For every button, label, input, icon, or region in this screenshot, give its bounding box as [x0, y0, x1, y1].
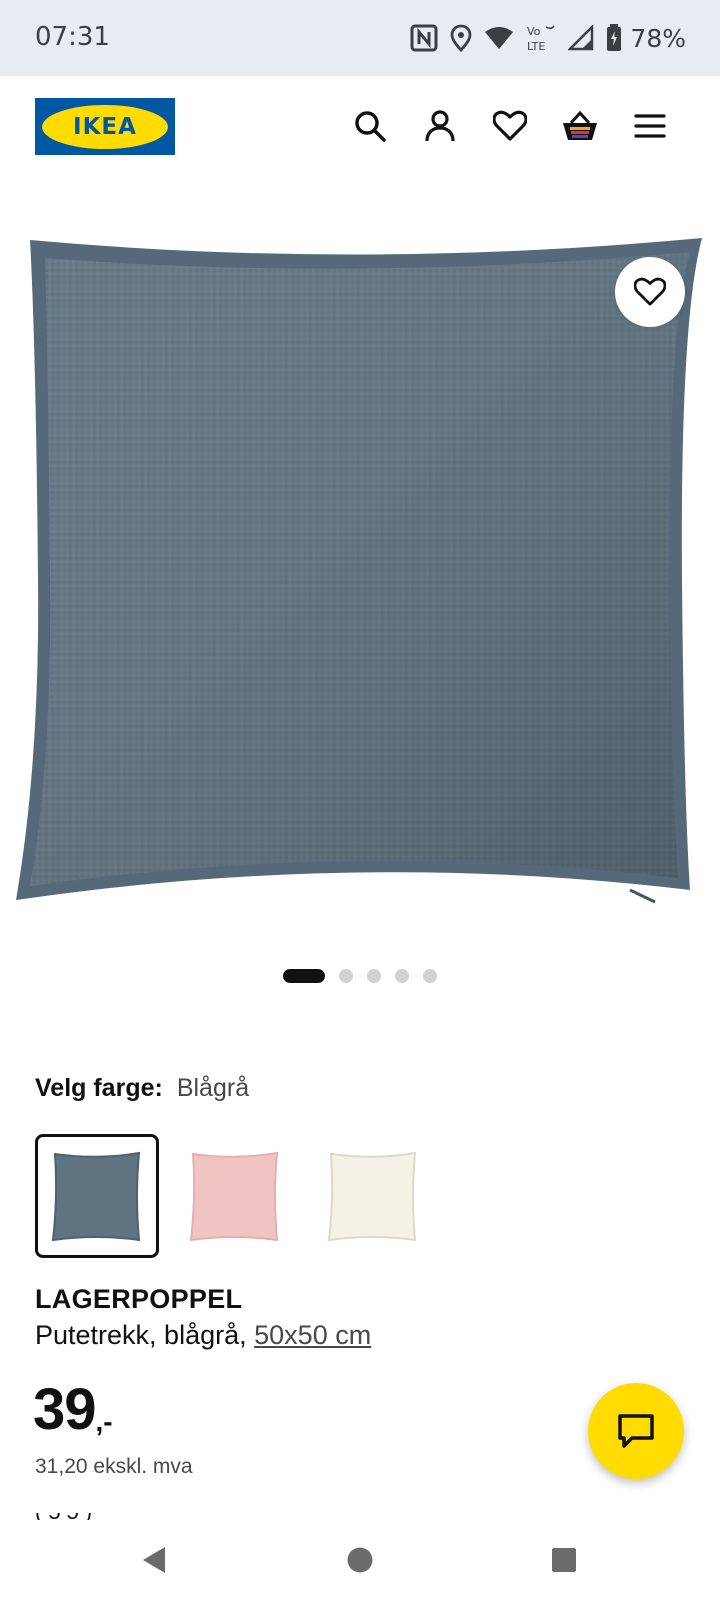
favorite-button[interactable] [615, 257, 685, 327]
carousel-dot[interactable] [367, 969, 381, 983]
profile-icon[interactable] [418, 104, 462, 148]
carousel-dot-active[interactable] [283, 969, 325, 983]
price-excl-vat: 31,20 ekskl. mva [35, 1455, 193, 1478]
color-label: Velg farge: [35, 1074, 163, 1102]
battery-icon [607, 24, 622, 51]
app-header: IKEA [0, 76, 720, 176]
battery-percent: 78% [630, 23, 686, 53]
carousel-dot[interactable] [395, 969, 409, 983]
product-price: 39 ,- [33, 1380, 113, 1440]
logo-text: IKEA [73, 113, 137, 140]
home-icon[interactable] [338, 1538, 382, 1582]
signal-icon [568, 25, 594, 51]
swatch-hvit[interactable] [311, 1134, 435, 1258]
carousel-dot[interactable] [423, 969, 437, 983]
svg-text:LTE: LTE [527, 40, 545, 53]
product-description: Putetrekk, blågrå, 50x50 cm [35, 1320, 371, 1351]
swatch-blagra[interactable] [35, 1134, 159, 1258]
svg-text:Vo: Vo [527, 25, 541, 38]
status-icons: Vo LTE 78% [410, 20, 686, 56]
product-image[interactable] [0, 200, 720, 940]
nfc-icon [410, 24, 438, 52]
recents-icon[interactable] [542, 1538, 586, 1582]
product-description-text: Putetrekk, blågrå, [35, 1320, 247, 1350]
product-size-link[interactable]: 50x50 cm [254, 1320, 371, 1350]
status-time: 07:31 [35, 22, 110, 52]
color-selector-label: Velg farge: Blågrå [35, 1074, 249, 1103]
location-icon [451, 24, 472, 52]
basket-icon[interactable] [558, 104, 602, 148]
wifi-icon [485, 27, 514, 49]
product-name: LAGERPOPPEL [35, 1284, 243, 1314]
back-icon[interactable] [132, 1538, 176, 1582]
menu-icon[interactable] [628, 104, 672, 148]
swatch-rosa[interactable] [173, 1134, 297, 1258]
price-main: 39 [33, 1377, 97, 1442]
carousel-indicator [283, 968, 437, 984]
system-nav-bar [0, 1520, 720, 1600]
heart-outline-icon [634, 277, 666, 306]
volte-icon: Vo LTE [527, 25, 556, 53]
status-bar: 07:31 Vo LTE 78% [0, 0, 720, 76]
price-suffix: ,- [95, 1406, 113, 1437]
search-icon[interactable] [348, 104, 392, 148]
color-swatches [35, 1134, 435, 1258]
ikea-logo[interactable]: IKEA [35, 98, 175, 155]
color-value: Blågrå [176, 1074, 250, 1102]
carousel-dot[interactable] [339, 969, 353, 983]
logo-oval: IKEA [42, 104, 168, 149]
chat-button[interactable] [588, 1383, 684, 1479]
heart-icon[interactable] [488, 104, 532, 148]
chat-icon [618, 1414, 654, 1448]
